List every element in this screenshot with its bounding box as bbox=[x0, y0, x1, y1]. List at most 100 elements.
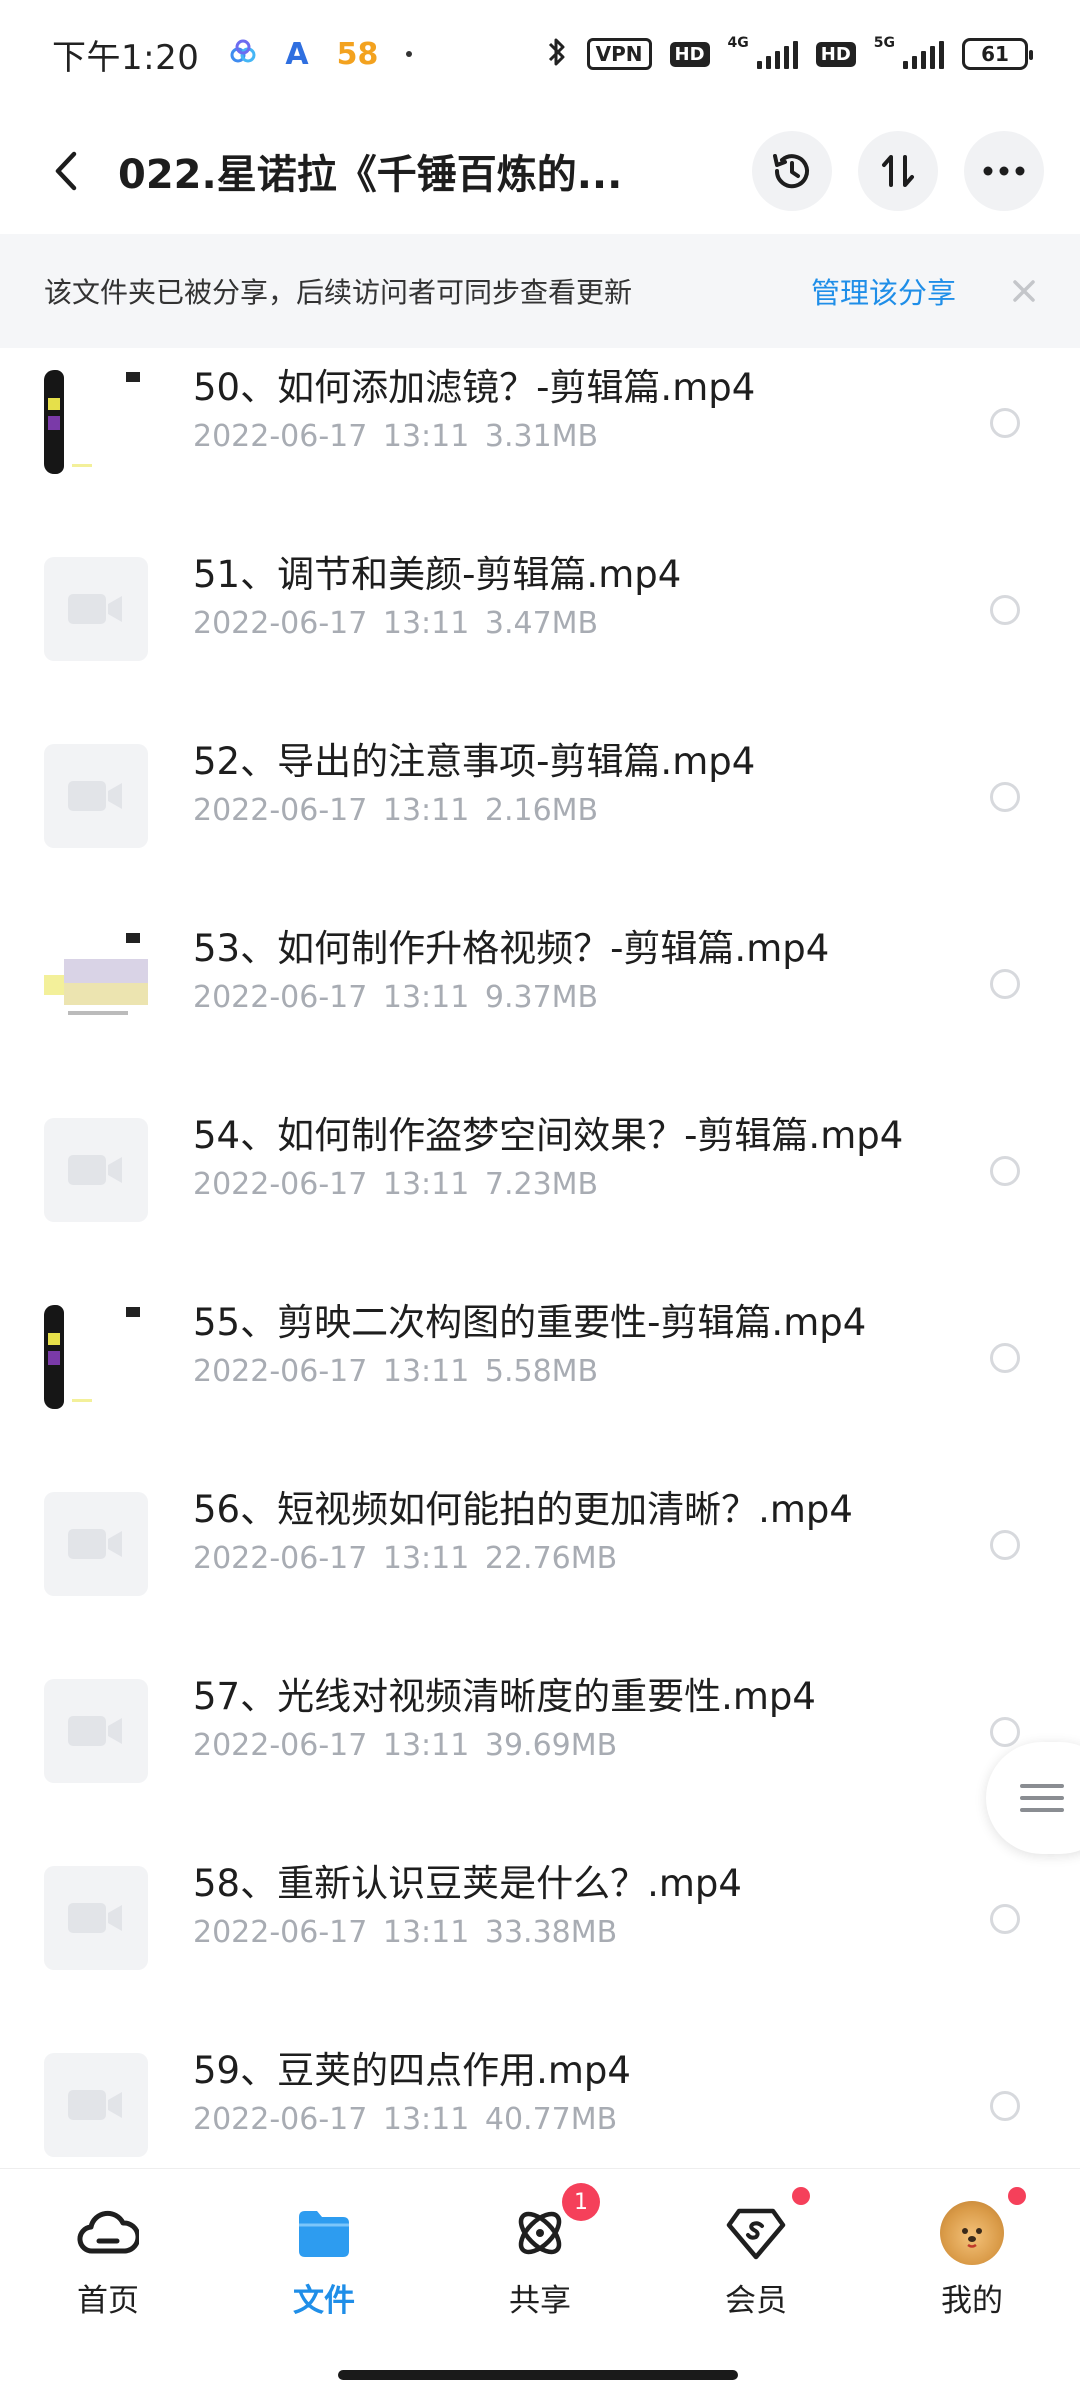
video-file-icon bbox=[44, 744, 148, 848]
file-meta: 2022-06-17 13:11 22.76MB bbox=[193, 1541, 618, 1576]
file-name: 51、调节和美颜-剪辑篇.mp4 bbox=[193, 553, 682, 596]
more-button[interactable] bbox=[964, 131, 1044, 211]
nav-share-label: 共享 bbox=[509, 2283, 571, 2319]
video-file-icon bbox=[44, 1679, 148, 1783]
file-meta: 2022-06-17 13:11 7.23MB bbox=[193, 1167, 599, 1202]
select-radio[interactable] bbox=[990, 1343, 1020, 1373]
nav-home[interactable]: 首页 bbox=[38, 2201, 178, 2321]
file-name: 59、豆荚的四点作用.mp4 bbox=[193, 2049, 631, 2092]
file-row[interactable]: 58、重新认识豆荚是什么？.mp4 2022-06-17 13:11 33.38M… bbox=[0, 1844, 1080, 2031]
file-name: 53、如何制作升格视频？-剪辑篇.mp4 bbox=[193, 927, 830, 970]
video-file-icon bbox=[44, 1492, 148, 1596]
close-icon bbox=[1013, 280, 1035, 302]
shared-folder-banner: 该文件夹已被分享，后续访问者可同步查看更新 管理该分享 bbox=[0, 234, 1080, 348]
history-icon bbox=[773, 154, 809, 189]
file-row[interactable]: 53、如何制作升格视频？-剪辑篇.mp4 2022-06-17 13:11 9.3… bbox=[0, 909, 1080, 1096]
video-file-icon bbox=[44, 1866, 148, 1970]
gesture-home-bar bbox=[338, 2370, 738, 2380]
file-row[interactable]: 50、如何添加滤镜？-剪辑篇.mp4 2022-06-17 13:11 3.31M… bbox=[0, 348, 1080, 535]
network-type-1: 4G bbox=[727, 35, 749, 51]
signal-icon-1 bbox=[756, 39, 798, 69]
hd-badge-2: HD bbox=[815, 41, 856, 67]
sort-button[interactable] bbox=[858, 131, 938, 211]
nav-home-label: 首页 bbox=[77, 2283, 139, 2319]
file-name: 55、剪映二次构图的重要性-剪辑篇.mp4 bbox=[193, 1301, 867, 1344]
banner-text: 该文件夹已被分享，后续访问者可同步查看更新 bbox=[44, 276, 633, 309]
mine-new-dot bbox=[1008, 2187, 1026, 2205]
history-button[interactable] bbox=[752, 131, 832, 211]
file-meta: 2022-06-17 13:11 3.47MB bbox=[193, 606, 599, 641]
select-radio[interactable] bbox=[990, 782, 1020, 812]
nav-member[interactable]: 会员 bbox=[686, 2187, 826, 2321]
more-dots-icon bbox=[983, 166, 1025, 176]
nav-mine[interactable]: 我的 bbox=[902, 2187, 1042, 2321]
manage-share-link[interactable]: 管理该分享 bbox=[811, 270, 956, 312]
status-time: 下午1:20 bbox=[52, 37, 200, 78]
avatar bbox=[940, 2201, 1004, 2265]
video-file-icon bbox=[44, 1118, 148, 1222]
folder-icon bbox=[299, 2211, 349, 2257]
a-app-icon: A bbox=[285, 36, 309, 72]
file-row[interactable]: 55、剪映二次构图的重要性-剪辑篇.mp4 2022-06-17 13:11 5.… bbox=[0, 1283, 1080, 1470]
share-count-badge: 1 bbox=[562, 2183, 600, 2221]
nav-share[interactable]: 1 共享 bbox=[470, 2183, 610, 2321]
member-new-dot bbox=[792, 2187, 810, 2205]
file-name: 58、重新认识豆荚是什么？.mp4 bbox=[193, 1862, 742, 1905]
video-thumbnail bbox=[44, 1305, 148, 1409]
vpn-badge: VPN bbox=[586, 38, 652, 70]
file-name: 50、如何添加滤镜？-剪辑篇.mp4 bbox=[193, 366, 756, 409]
file-row[interactable]: 54、如何制作盗梦空间效果？-剪辑篇.mp4 2022-06-17 13:11 7… bbox=[0, 1096, 1080, 1283]
status-bar: 下午1:20 A 58 VPN HD 4G HD 5G 61 bbox=[0, 0, 1080, 108]
file-meta: 2022-06-17 13:11 33.38MB bbox=[193, 1915, 618, 1950]
nav-mine-label: 我的 bbox=[941, 2283, 1003, 2319]
select-radio[interactable] bbox=[990, 408, 1020, 438]
back-button[interactable] bbox=[44, 141, 88, 201]
battery-icon: 61 bbox=[962, 38, 1033, 70]
select-radio[interactable] bbox=[990, 2091, 1020, 2121]
select-radio[interactable] bbox=[990, 1904, 1020, 1934]
select-radio[interactable] bbox=[990, 595, 1020, 625]
file-row[interactable]: 56、短视频如何能拍的更加清晰？.mp4 2022-06-17 13:11 22.… bbox=[0, 1470, 1080, 1657]
file-meta: 2022-06-17 13:11 2.16MB bbox=[193, 793, 599, 828]
status-app-icons: A 58 bbox=[229, 36, 413, 72]
file-name: 52、导出的注意事项-剪辑篇.mp4 bbox=[193, 740, 756, 783]
select-radio[interactable] bbox=[990, 1156, 1020, 1186]
top-app-bar: 022.星诺拉《千锤百炼的... bbox=[0, 108, 1080, 234]
chevron-left-icon bbox=[55, 151, 77, 191]
header-actions bbox=[752, 131, 1044, 211]
cloud-app-icon bbox=[229, 39, 257, 69]
select-radio[interactable] bbox=[990, 1530, 1020, 1560]
file-meta: 2022-06-17 13:11 40.77MB bbox=[193, 2102, 618, 2137]
network-type-2: 5G bbox=[873, 35, 895, 51]
file-meta: 2022-06-17 13:11 5.58MB bbox=[193, 1354, 599, 1389]
file-row[interactable]: 51、调节和美颜-剪辑篇.mp4 2022-06-17 13:11 3.47MB bbox=[0, 535, 1080, 722]
file-meta: 2022-06-17 13:11 9.37MB bbox=[193, 980, 599, 1015]
page-title: 022.星诺拉《千锤百炼的... bbox=[118, 152, 623, 198]
file-meta: 2022-06-17 13:11 39.69MB bbox=[193, 1728, 618, 1763]
video-thumbnail bbox=[44, 370, 148, 474]
bottom-nav: 首页 文件 1 共享 会员 我的 bbox=[0, 2168, 1080, 2400]
file-name: 54、如何制作盗梦空间效果？-剪辑篇.mp4 bbox=[193, 1114, 904, 1157]
file-name: 57、光线对视频清晰度的重要性.mp4 bbox=[193, 1675, 816, 1718]
puppy-avatar-icon bbox=[962, 2228, 982, 2248]
signal-icon-2 bbox=[903, 39, 944, 69]
video-thumbnail bbox=[44, 931, 148, 1035]
status-right: VPN HD 4G HD 5G 61 bbox=[545, 35, 1033, 73]
member-diamond-icon bbox=[726, 2208, 786, 2260]
video-file-icon bbox=[44, 2053, 148, 2157]
menu-lines-icon bbox=[1020, 1784, 1064, 1812]
share-orbit-icon bbox=[518, 2211, 562, 2255]
banner-close-button[interactable] bbox=[1008, 275, 1040, 307]
video-file-icon bbox=[44, 557, 148, 661]
file-row[interactable]: 57、光线对视频清晰度的重要性.mp4 2022-06-17 13:11 39.6… bbox=[0, 1657, 1080, 1844]
nav-member-label: 会员 bbox=[725, 2283, 787, 2319]
hd-badge-1: HD bbox=[669, 41, 710, 67]
nav-files[interactable]: 文件 bbox=[254, 2201, 394, 2321]
more-notifications-dot-icon bbox=[406, 51, 413, 57]
file-name: 56、短视频如何能拍的更加清晰？.mp4 bbox=[193, 1488, 853, 1531]
file-row[interactable]: 52、导出的注意事项-剪辑篇.mp4 2022-06-17 13:11 2.16M… bbox=[0, 722, 1080, 909]
select-radio[interactable] bbox=[990, 1717, 1020, 1747]
file-list: 50、如何添加滤镜？-剪辑篇.mp4 2022-06-17 13:11 3.31M… bbox=[0, 348, 1080, 2218]
select-radio[interactable] bbox=[990, 969, 1020, 999]
nav-files-label: 文件 bbox=[293, 2283, 355, 2319]
